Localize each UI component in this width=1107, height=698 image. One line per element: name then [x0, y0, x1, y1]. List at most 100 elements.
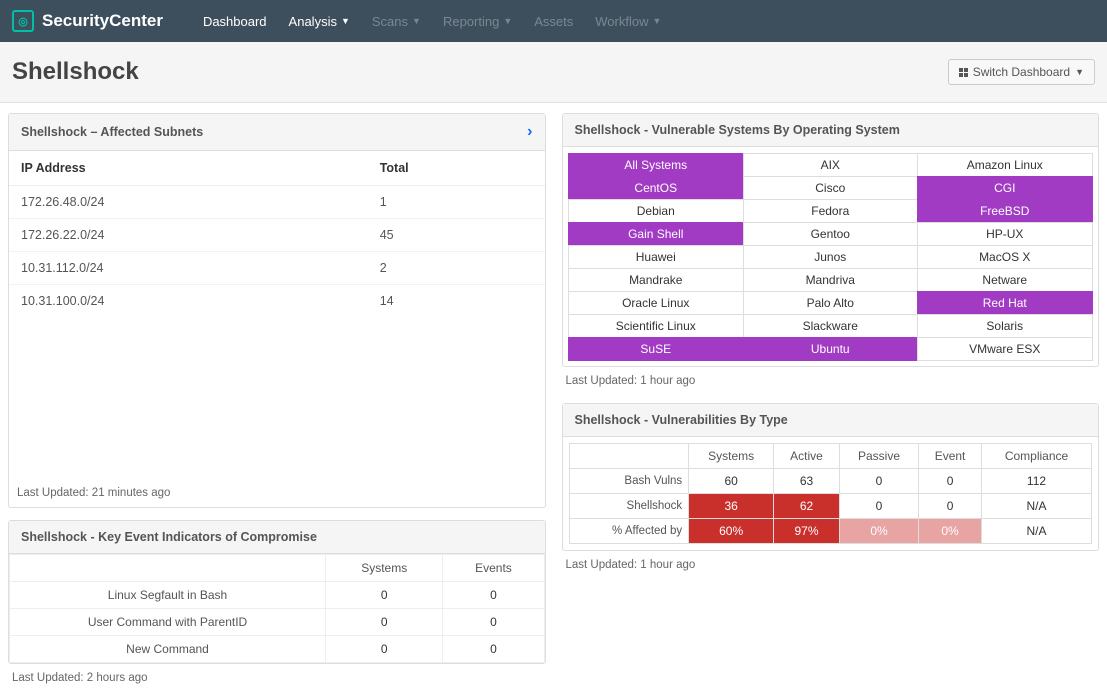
- os-cell[interactable]: Junos: [743, 245, 919, 269]
- panel-title: Shellshock – Affected Subnets: [21, 125, 203, 139]
- os-cell[interactable]: CentOS: [568, 176, 744, 200]
- matrix-cell[interactable]: 0: [839, 494, 918, 519]
- top-navbar: ◎ SecurityCenter Dashboard Analysis▼ Sca…: [0, 0, 1107, 42]
- cell-total: 45: [368, 219, 545, 252]
- os-cell[interactable]: Huawei: [568, 245, 744, 269]
- os-cell[interactable]: SuSE: [568, 337, 744, 361]
- subnets-table: IP Address Total 172.26.48.0/241172.26.2…: [9, 151, 545, 317]
- cell-total: 14: [368, 285, 545, 318]
- os-cell[interactable]: MacOS X: [917, 245, 1093, 269]
- cell-ip: 172.26.22.0/24: [9, 219, 368, 252]
- matrix-cell[interactable]: N/A: [982, 519, 1092, 544]
- nav-assets[interactable]: Assets: [534, 14, 573, 29]
- panel-ioc: Shellshock - Key Event Indicators of Com…: [8, 520, 546, 688]
- cell-systems[interactable]: 0: [326, 636, 443, 663]
- os-cell[interactable]: Slackware: [743, 314, 919, 338]
- nav-menu: Dashboard Analysis▼ Scans▼ Reporting▼ As…: [203, 14, 661, 29]
- cell-events[interactable]: 0: [443, 582, 544, 609]
- cell-systems[interactable]: 0: [326, 609, 443, 636]
- panel-affected-subnets: Shellshock – Affected Subnets › IP Addre…: [8, 113, 546, 508]
- os-cell[interactable]: Palo Alto: [743, 291, 919, 315]
- col-active: Active: [774, 444, 840, 469]
- cell-total: 2: [368, 252, 545, 285]
- os-cell[interactable]: FreeBSD: [917, 199, 1093, 223]
- os-cell[interactable]: Scientific Linux: [568, 314, 744, 338]
- page-header: Shellshock Switch Dashboard ▼: [0, 42, 1107, 103]
- table-row[interactable]: 10.31.112.0/242: [9, 252, 545, 285]
- row-label: User Command with ParentID: [10, 609, 326, 636]
- matrix-cell[interactable]: 60: [689, 469, 774, 494]
- nav-scans[interactable]: Scans▼: [372, 14, 421, 29]
- col-total[interactable]: Total: [368, 151, 545, 186]
- table-row[interactable]: 172.26.22.0/2445: [9, 219, 545, 252]
- os-cell[interactable]: AIX: [743, 153, 919, 177]
- matrix-cell[interactable]: 60%: [689, 519, 774, 544]
- os-cell[interactable]: Solaris: [917, 314, 1093, 338]
- matrix-cell[interactable]: 0%: [839, 519, 918, 544]
- row-label: New Command: [10, 636, 326, 663]
- matrix-cell[interactable]: 36: [689, 494, 774, 519]
- os-cell[interactable]: CGI: [917, 176, 1093, 200]
- matrix-cell[interactable]: 62: [774, 494, 840, 519]
- matrix-cell[interactable]: 63: [774, 469, 840, 494]
- row-label: Linux Segfault in Bash: [10, 582, 326, 609]
- os-cell[interactable]: Netware: [917, 268, 1093, 292]
- dashboard-area: Shellshock – Affected Subnets › IP Addre…: [0, 103, 1107, 698]
- switch-dashboard-label: Switch Dashboard: [973, 65, 1070, 79]
- os-cell[interactable]: Cisco: [743, 176, 919, 200]
- os-cell[interactable]: Fedora: [743, 199, 919, 223]
- caret-down-icon: ▼: [412, 16, 421, 26]
- os-cell[interactable]: Oracle Linux: [568, 291, 744, 315]
- matrix-cell[interactable]: N/A: [982, 494, 1092, 519]
- ioc-table: Systems Events Linux Segfault in Bash00U…: [9, 554, 545, 663]
- matrix-cell[interactable]: 112: [982, 469, 1092, 494]
- os-cell[interactable]: HP-UX: [917, 222, 1093, 246]
- matrix-cell[interactable]: 97%: [774, 519, 840, 544]
- col-systems: Systems: [689, 444, 774, 469]
- cell-events[interactable]: 0: [443, 636, 544, 663]
- panel-header: Shellshock – Affected Subnets ›: [9, 114, 545, 151]
- os-cell[interactable]: Mandriva: [743, 268, 919, 292]
- right-column: Shellshock - Vulnerable Systems By Opera…: [562, 113, 1100, 688]
- panel-footer: Last Updated: 2 hours ago: [8, 664, 546, 688]
- os-cell[interactable]: VMware ESX: [917, 337, 1093, 361]
- switch-dashboard-button[interactable]: Switch Dashboard ▼: [948, 59, 1095, 85]
- nav-reporting[interactable]: Reporting▼: [443, 14, 512, 29]
- table-row[interactable]: 172.26.48.0/241: [9, 186, 545, 219]
- nav-analysis[interactable]: Analysis▼: [289, 14, 350, 29]
- table-row: Bash Vulns606300112: [569, 469, 1092, 494]
- panel-header: Shellshock - Vulnerabilities By Type: [563, 404, 1099, 437]
- os-cell[interactable]: All Systems: [568, 153, 744, 177]
- page-title: Shellshock: [12, 58, 139, 86]
- brand-logo[interactable]: ◎ SecurityCenter: [12, 10, 163, 32]
- nav-dashboard[interactable]: Dashboard: [203, 14, 267, 29]
- matrix-cell[interactable]: 0: [919, 494, 982, 519]
- caret-down-icon: ▼: [341, 16, 350, 26]
- row-label: % Affected by: [569, 519, 689, 544]
- col-ip[interactable]: IP Address: [9, 151, 368, 186]
- row-label: Bash Vulns: [569, 469, 689, 494]
- matrix-cell[interactable]: 0: [919, 469, 982, 494]
- os-cell[interactable]: Red Hat: [917, 291, 1093, 315]
- os-cell[interactable]: Debian: [568, 199, 744, 223]
- os-cell[interactable]: Gentoo: [743, 222, 919, 246]
- cell-events[interactable]: 0: [443, 609, 544, 636]
- os-cell[interactable]: Gain Shell: [568, 222, 744, 246]
- matrix-cell[interactable]: 0: [839, 469, 918, 494]
- os-cell[interactable]: Amazon Linux: [917, 153, 1093, 177]
- table-row: New Command00: [10, 636, 545, 663]
- chevron-right-icon[interactable]: ›: [527, 123, 532, 141]
- nav-workflow[interactable]: Workflow▼: [595, 14, 661, 29]
- brand-text: SecurityCenter: [42, 11, 163, 31]
- cell-total: 1: [368, 186, 545, 219]
- table-row[interactable]: 10.31.100.0/2414: [9, 285, 545, 318]
- matrix-cell[interactable]: 0%: [919, 519, 982, 544]
- panel-header: Shellshock - Key Event Indicators of Com…: [9, 521, 545, 554]
- cell-ip: 172.26.48.0/24: [9, 186, 368, 219]
- os-cell[interactable]: Ubuntu: [743, 337, 919, 361]
- cell-systems[interactable]: 0: [326, 582, 443, 609]
- vulntype-table: Systems Active Passive Event Compliance …: [569, 443, 1093, 544]
- os-cell[interactable]: Mandrake: [568, 268, 744, 292]
- row-label: Shellshock: [569, 494, 689, 519]
- panel-vulntype: Shellshock - Vulnerabilities By Type Sys…: [562, 403, 1100, 575]
